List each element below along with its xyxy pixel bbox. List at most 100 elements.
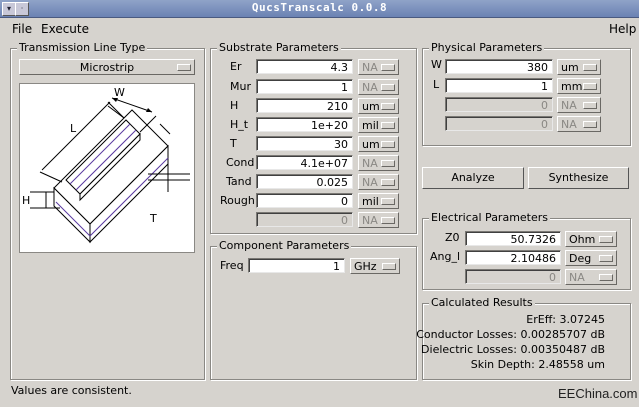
chevron-down-icon xyxy=(381,64,395,71)
electrical-label-angl: Ang_l xyxy=(430,250,461,263)
results-title: Calculated Results xyxy=(429,296,535,309)
tline-type-select[interactable]: Microstrip xyxy=(19,59,195,75)
tline-type-value: Microstrip xyxy=(79,61,135,74)
title-bar[interactable]: ▾ · QucsTranscalc 0.0.8 xyxy=(0,0,639,18)
substrate-label-mur: Mur xyxy=(230,80,251,93)
menu-bar: File Execute Help xyxy=(0,18,639,40)
substrate-cond-input[interactable]: 4.1e+07 xyxy=(256,155,353,170)
substrate-rough-input[interactable]: 0 xyxy=(256,193,353,208)
substrate-label-cond: Cond xyxy=(226,156,255,169)
chevron-down-icon xyxy=(583,64,597,71)
menu-help[interactable]: Help xyxy=(609,22,636,36)
unit-text: Deg xyxy=(569,252,592,265)
results-group: Calculated Results ErEff: 3.07245 Conduc… xyxy=(416,296,631,380)
electrical-title: Electrical Parameters xyxy=(429,211,551,224)
menu-execute[interactable]: Execute xyxy=(41,22,89,36)
substrate-label-tand: Tand xyxy=(226,175,252,188)
physical-group: Physical Parameters W 380 um L 1 mm 0 NA… xyxy=(422,41,631,146)
chevron-down-icon xyxy=(381,198,395,205)
substrate-mur-unit: NA xyxy=(358,79,399,95)
substrate-tand-input[interactable]: 0.025 xyxy=(256,174,353,189)
substrate-tand-unit: NA xyxy=(358,174,399,190)
substrate-ht-unit[interactable]: mil xyxy=(358,117,399,133)
substrate-t-unit[interactable]: um xyxy=(358,136,399,152)
unit-text: NA xyxy=(561,118,577,131)
unit-text: um xyxy=(362,138,380,151)
result-conductor-losses: Conductor Losses: 0.00285707 dB xyxy=(416,328,605,341)
unit-text: NA xyxy=(569,271,585,284)
chevron-down-icon xyxy=(381,160,395,167)
unit-text: NA xyxy=(362,176,378,189)
chevron-down-icon xyxy=(177,64,191,71)
freq-input[interactable]: 1 xyxy=(248,258,345,273)
electrical-group: Electrical Parameters Z0 50.7326 Ohm Ang… xyxy=(422,211,631,290)
physical-l-unit[interactable]: mm xyxy=(557,78,601,94)
unit-text: NA xyxy=(362,61,378,74)
chevron-down-icon xyxy=(599,236,613,243)
tline-type-group: Transmission Line Type Microstrip W L H … xyxy=(10,41,205,380)
substrate-er-input[interactable]: 4.3 xyxy=(256,59,353,74)
component-title: Component Parameters xyxy=(217,239,352,252)
physical-w-input[interactable]: 380 xyxy=(445,59,553,74)
analyze-button[interactable]: Analyze xyxy=(422,167,524,189)
substrate-label-h: H xyxy=(230,99,239,112)
physical-label-w: W xyxy=(431,58,442,71)
z0-input[interactable]: 50.7326 xyxy=(465,231,561,246)
substrate-label-ht: H_t xyxy=(230,118,249,131)
physical-label-l: L xyxy=(433,78,440,91)
substrate-t-input[interactable]: 30 xyxy=(256,136,353,151)
chevron-down-icon xyxy=(381,122,395,129)
substrate-mur-input[interactable]: 1 xyxy=(256,79,353,94)
chevron-down-icon xyxy=(382,263,396,270)
substrate-label-t: T xyxy=(230,137,237,150)
unit-text: NA xyxy=(362,81,378,94)
chevron-down-icon xyxy=(381,217,395,224)
electrical-extra-unit: NA xyxy=(565,269,617,285)
chevron-down-icon xyxy=(599,255,613,262)
unit-text: NA xyxy=(362,157,378,170)
substrate-cond-unit: NA xyxy=(358,155,399,171)
menu-file[interactable]: File xyxy=(12,22,32,36)
substrate-h-input[interactable]: 210 xyxy=(256,98,353,113)
angl-input[interactable]: 2.10486 xyxy=(465,250,561,265)
unit-text: GHz xyxy=(354,260,377,273)
physical-l-input[interactable]: 1 xyxy=(445,78,553,93)
unit-text: um xyxy=(561,61,579,74)
window-title: QucsTranscalc 0.0.8 xyxy=(251,1,388,14)
unit-text: um xyxy=(362,100,380,113)
electrical-extra-input: 0 xyxy=(465,269,561,284)
component-group: Component Parameters Freq 1 GHz xyxy=(210,239,417,380)
chevron-down-icon xyxy=(583,83,597,90)
diagram-label-w: W xyxy=(114,86,125,99)
substrate-group: Substrate Parameters Er 4.3 NA Mur 1 NA … xyxy=(210,41,417,234)
chevron-down-icon xyxy=(381,84,395,91)
angl-unit[interactable]: Deg xyxy=(565,250,617,266)
unit-text: mil xyxy=(362,195,379,208)
physical-extra2-unit: NA xyxy=(557,116,601,132)
z0-unit[interactable]: Ohm xyxy=(565,231,617,247)
tline-type-title: Transmission Line Type xyxy=(17,41,148,54)
substrate-ht-input[interactable]: 1e+20 xyxy=(256,117,353,132)
status-text: Values are consistent. xyxy=(11,384,132,397)
substrate-rough-unit[interactable]: mil xyxy=(358,193,399,209)
diagram-label-l: L xyxy=(70,122,77,135)
freq-unit[interactable]: GHz xyxy=(350,258,400,274)
result-skin-depth: Skin Depth: 2.48558 um xyxy=(470,358,605,371)
freq-label: Freq xyxy=(220,259,244,272)
unit-text: mm xyxy=(561,80,583,93)
electrical-label-z0: Z0 xyxy=(445,231,460,244)
result-ereff: ErEff: 3.07245 xyxy=(526,313,605,326)
substrate-h-unit[interactable]: um xyxy=(358,98,399,114)
microstrip-diagram: W L H T xyxy=(19,83,195,253)
chevron-down-icon xyxy=(381,179,395,186)
physical-title: Physical Parameters xyxy=(429,41,545,54)
microstrip-illustration xyxy=(30,97,190,244)
substrate-label-er: Er xyxy=(230,60,242,73)
physical-w-unit[interactable]: um xyxy=(557,59,601,75)
result-dielectric-losses: Dielectric Losses: 0.00350487 dB xyxy=(421,343,605,356)
synthesize-button[interactable]: Synthesize xyxy=(528,167,629,189)
unit-text: NA xyxy=(362,214,378,227)
substrate-title: Substrate Parameters xyxy=(217,41,341,54)
substrate-er-unit: NA xyxy=(358,59,399,75)
chevron-down-icon xyxy=(583,121,597,128)
